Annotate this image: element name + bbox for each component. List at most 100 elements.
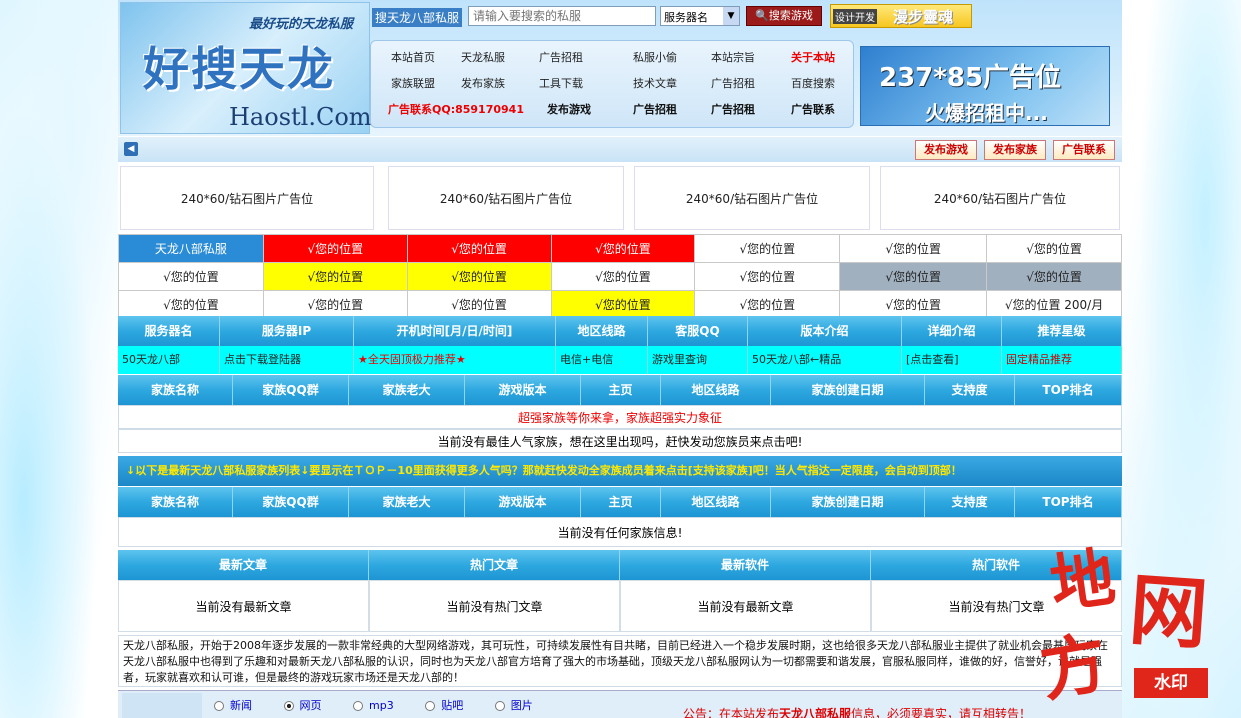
notice-suffix: 信息，必须要真实，请互相转告！ xyxy=(851,707,1032,718)
nav-post-game[interactable]: 发布游戏 xyxy=(529,101,609,117)
grid-cell[interactable]: √您的位置 xyxy=(262,262,408,291)
nav-ads-1[interactable]: 广告招租 xyxy=(521,49,601,65)
family-empty-message-2: 当前没有任何家族信息! xyxy=(118,517,1122,547)
family-list-header: 家族名称 家族QQ群 家族老大 游戏版本 主页 地区线路 家族创建日期 支持度 … xyxy=(118,375,1122,405)
image-ad-slot[interactable]: 240*60/钻石图片广告位 xyxy=(120,166,374,230)
grid-cell[interactable]: √您的位置 xyxy=(550,234,696,263)
radio-label: 图片 xyxy=(510,699,533,712)
nav-ads-2[interactable]: 广告招租 xyxy=(693,75,773,91)
support-qq: 游戏里查询 xyxy=(648,346,748,374)
grid-cell[interactable]: 天龙八部私服 xyxy=(118,234,264,263)
nav-home[interactable]: 本站首页 xyxy=(373,49,453,65)
toolbar: ◀ 发布游戏 发布家族 广告联系 xyxy=(118,136,1122,162)
nav-articles[interactable]: 技术文章 xyxy=(615,75,695,91)
notice-highlight: 天龙八部私服 xyxy=(779,707,852,718)
radio-web[interactable]: 网页 xyxy=(283,699,336,712)
tab-hot-articles[interactable]: 热门文章 xyxy=(369,550,620,580)
nav-ad-contact[interactable]: 广告联系 xyxy=(773,101,853,117)
nav-ads-4[interactable]: 广告招租 xyxy=(693,101,773,117)
ad-contact-button[interactable]: 广告联系 xyxy=(1053,140,1115,160)
server-list-header: 服务器名 服务器IP 开机时间[月/日/时间] 地区线路 客服QQ 版本介绍 详… xyxy=(118,316,1122,346)
image-ad-slot[interactable]: 240*60/钻石图片广告位 xyxy=(388,166,624,230)
radio-mp3[interactable]: mp3 xyxy=(353,699,408,712)
server-name[interactable]: 50天龙八部 xyxy=(118,346,220,374)
download-link[interactable]: 点击下载登陆器 xyxy=(220,346,354,374)
column-header: 支持度 xyxy=(925,487,1015,517)
grid-cell[interactable]: √您的位置 xyxy=(839,290,988,319)
radio-images[interactable]: 图片 xyxy=(494,699,547,712)
grid-cell[interactable]: √您的位置 xyxy=(118,290,264,319)
nav-family-union[interactable]: 家族联盟 xyxy=(373,75,453,91)
grid-cell[interactable]: √您的位置 200/月 xyxy=(986,290,1122,319)
column-header: 游戏版本 xyxy=(465,487,581,517)
small-ad-banner[interactable]: 设计开发 漫步靈魂 xyxy=(830,4,972,28)
nav-baidu[interactable]: 百度搜索 xyxy=(773,75,853,91)
speaker-icon[interactable]: ◀ xyxy=(124,142,138,156)
column-header: 家族名称 xyxy=(118,487,233,517)
column-header: 家族老大 xyxy=(349,375,465,405)
tab-latest-articles[interactable]: 最新文章 xyxy=(118,550,369,580)
text-ad-grid: 天龙八部私服 √您的位置 √您的位置 √您的位置 √您的位置 √您的位置 √您的… xyxy=(118,234,1122,319)
grid-cell[interactable]: √您的位置 xyxy=(986,262,1122,291)
hot-software-empty: 当前没有热门文章 xyxy=(871,580,1122,632)
site-logo[interactable]: 最好玩的天龙私服 好搜天龙 Haostl.Com xyxy=(120,2,372,134)
nav-purpose[interactable]: 本站宗旨 xyxy=(693,49,773,65)
background-right xyxy=(1121,0,1241,718)
marquee-notice: ↓以下是最新天龙八部私服家族列表↓要显示在ＴＯＰ－10里面获得更多人气吗？那就赶… xyxy=(118,456,1122,486)
logo-text: 好搜天龙 xyxy=(143,42,335,96)
grid-cell[interactable]: √您的位置 xyxy=(262,290,408,319)
grid-cell[interactable]: √您的位置 xyxy=(839,262,988,291)
post-family-button[interactable]: 发布家族 xyxy=(984,140,1046,160)
grid-cell[interactable]: √您的位置 xyxy=(406,290,552,319)
grid-cell[interactable]: √您的位置 xyxy=(550,290,696,319)
grid-cell[interactable]: √您的位置 xyxy=(550,262,696,291)
family-empty-message: 当前没有最佳人气家族，想在这里出现吗，赶快发动您族员来点击吧! xyxy=(118,429,1122,453)
grid-cell[interactable]: √您的位置 xyxy=(694,262,841,291)
grid-cell[interactable]: √您的位置 xyxy=(118,262,264,291)
grid-cell[interactable]: √您的位置 xyxy=(694,290,841,319)
details-link[interactable]: [点击查看] xyxy=(902,346,1002,374)
radio-news[interactable]: 新闻 xyxy=(214,699,266,712)
nav-tianlong[interactable]: 天龙私服 xyxy=(443,49,523,65)
family-banner: 超强家族等你来拿，家族超强实力象征 xyxy=(118,405,1122,429)
header: 最好玩的天龙私服 好搜天龙 Haostl.Com 搜天龙八部私服 服务器名 ▼ … xyxy=(118,0,1122,136)
post-game-button[interactable]: 发布游戏 xyxy=(915,140,977,160)
small-ad-text-1: 设计开发 xyxy=(833,9,877,24)
ad-banner-large[interactable]: 237*85广告位 火爆招租中... xyxy=(860,46,1110,126)
grid-cell[interactable]: √您的位置 xyxy=(406,262,552,291)
search-button[interactable]: 🔍搜索游戏 xyxy=(746,6,822,26)
hot-articles-empty: 当前没有热门文章 xyxy=(369,580,620,632)
nav-tools[interactable]: 工具下载 xyxy=(521,75,601,91)
column-header: 客服QQ xyxy=(648,316,748,346)
nav-about[interactable]: 关于本站 xyxy=(773,49,853,65)
small-ad-text-2: 漫步靈魂 xyxy=(893,8,954,26)
articles-body: 当前没有最新文章 当前没有热门文章 当前没有最新文章 当前没有热门文章 xyxy=(118,580,1122,632)
column-header: 主页 xyxy=(581,375,661,405)
nav-contact-qq[interactable]: 广告联系QQ:859170941 xyxy=(381,101,531,117)
nav-post-family[interactable]: 发布家族 xyxy=(443,75,523,91)
column-header: 家族老大 xyxy=(349,487,465,517)
family-list: 家族名称 家族QQ群 家族老大 游戏版本 主页 地区线路 家族创建日期 支持度 … xyxy=(118,487,1122,547)
column-header: 服务器IP xyxy=(220,316,354,346)
grid-cell[interactable]: √您的位置 xyxy=(406,234,552,263)
ad-banner-subtitle: 火爆招租中... xyxy=(925,101,1048,125)
column-header: 地区线路 xyxy=(556,316,648,346)
family-list-header-2: 家族名称 家族QQ群 家族老大 游戏版本 主页 地区线路 家族创建日期 支持度 … xyxy=(118,487,1122,517)
tab-latest-software[interactable]: 最新软件 xyxy=(620,550,871,580)
articles-section: 最新文章 热门文章 最新软件 热门软件 当前没有最新文章 当前没有热门文章 当前… xyxy=(118,550,1122,632)
tab-hot-software[interactable]: 热门软件 xyxy=(871,550,1122,580)
bottom-search-bar: 新闻 网页 mp3 贴吧 图片 公告：在本站发布天龙八部私服信息，必须要真实，请… xyxy=(118,690,1122,718)
nav-thief[interactable]: 私服小偷 xyxy=(615,49,695,65)
grid-cell[interactable]: √您的位置 xyxy=(262,234,408,263)
main-nav: 本站首页 天龙私服 广告招租 私服小偷 本站宗旨 关于本站 家族联盟 发布家族 … xyxy=(370,40,854,128)
nav-ads-3[interactable]: 广告招租 xyxy=(615,101,695,117)
search-type-select[interactable]: 服务器名 ▼ xyxy=(660,6,740,26)
search-input[interactable] xyxy=(468,6,656,26)
column-header: TOP排名 xyxy=(1015,487,1122,517)
radio-tieba[interactable]: 贴吧 xyxy=(425,699,477,712)
image-ad-slot[interactable]: 240*60/钻石图片广告位 xyxy=(880,166,1120,230)
grid-cell[interactable]: √您的位置 xyxy=(694,234,841,263)
grid-cell[interactable]: √您的位置 xyxy=(986,234,1122,263)
grid-cell[interactable]: √您的位置 xyxy=(839,234,988,263)
image-ad-slot[interactable]: 240*60/钻石图片广告位 xyxy=(634,166,870,230)
